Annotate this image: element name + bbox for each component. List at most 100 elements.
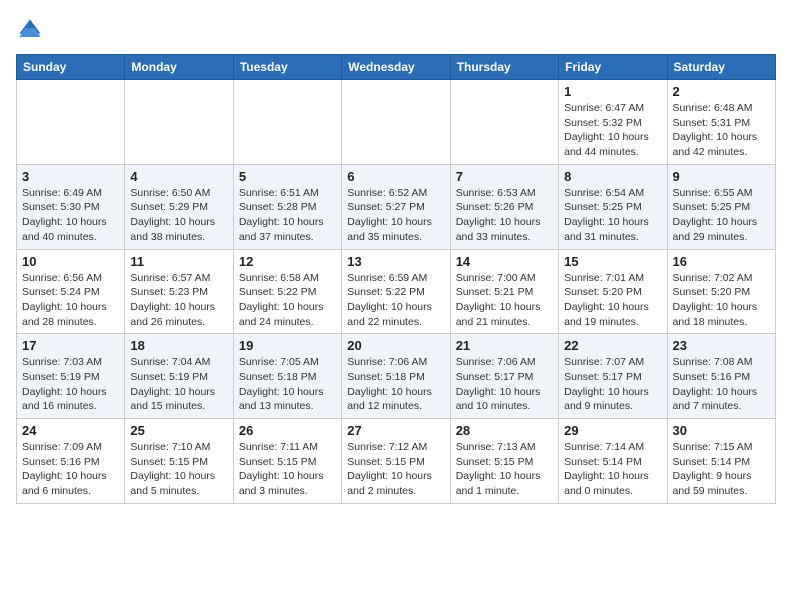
calendar-cell: 30 Sunrise: 7:15 AMSunset: 5:14 PMDayligh…: [667, 419, 775, 504]
day-info: Sunrise: 6:59 AMSunset: 5:22 PMDaylight:…: [347, 271, 444, 330]
logo-icon: [16, 16, 44, 44]
calendar-cell: 15 Sunrise: 7:01 AMSunset: 5:20 PMDayligh…: [559, 249, 667, 334]
day-info: Sunrise: 6:52 AMSunset: 5:27 PMDaylight:…: [347, 186, 444, 245]
weekday-header-wednesday: Wednesday: [342, 55, 450, 80]
day-info: Sunrise: 7:12 AMSunset: 5:15 PMDaylight:…: [347, 440, 444, 499]
day-number: 2: [673, 84, 770, 99]
calendar-week-5: 24Sunrise: 7:09 AMSunset: 5:16 PMDayligh…: [17, 419, 776, 504]
day-info: Sunrise: 7:07 AMSunset: 5:17 PMDaylight:…: [564, 355, 661, 414]
calendar-week-1: 1Sunrise: 6:47 AMSunset: 5:32 PMDaylight…: [17, 80, 776, 165]
day-number: 17: [22, 338, 119, 353]
day-number: 27: [347, 423, 444, 438]
day-number: 30: [673, 423, 770, 438]
calendar-cell: [233, 80, 341, 165]
day-info: Sunrise: 6:48 AMSunset: 5:31 PMDaylight:…: [673, 101, 770, 160]
day-number: 16: [673, 254, 770, 269]
day-info: Sunrise: 6:51 AMSunset: 5:28 PMDaylight:…: [239, 186, 336, 245]
calendar-cell: 23 Sunrise: 7:08 AMSunset: 5:16 PMDayligh…: [667, 334, 775, 419]
day-info: Sunrise: 7:13 AMSunset: 5:15 PMDaylight:…: [456, 440, 553, 499]
day-info: Sunrise: 6:47 AMSunset: 5:32 PMDaylight:…: [564, 101, 661, 160]
day-number: 14: [456, 254, 553, 269]
day-info: Sunrise: 7:04 AMSunset: 5:19 PMDaylight:…: [130, 355, 227, 414]
calendar-cell: 12 Sunrise: 6:58 AMSunset: 5:22 PMDayligh…: [233, 249, 341, 334]
calendar-cell: 24Sunrise: 7:09 AMSunset: 5:16 PMDayligh…: [17, 419, 125, 504]
calendar-cell: 16 Sunrise: 7:02 AMSunset: 5:20 PMDayligh…: [667, 249, 775, 334]
day-info: Sunrise: 7:02 AMSunset: 5:20 PMDaylight:…: [673, 271, 770, 330]
calendar-cell: 22Sunrise: 7:07 AMSunset: 5:17 PMDayligh…: [559, 334, 667, 419]
day-number: 9: [673, 169, 770, 184]
day-number: 23: [673, 338, 770, 353]
calendar-cell: 28 Sunrise: 7:13 AMSunset: 5:15 PMDayligh…: [450, 419, 558, 504]
calendar-cell: 18 Sunrise: 7:04 AMSunset: 5:19 PMDayligh…: [125, 334, 233, 419]
day-number: 28: [456, 423, 553, 438]
weekday-header-monday: Monday: [125, 55, 233, 80]
calendar-week-3: 10Sunrise: 6:56 AMSunset: 5:24 PMDayligh…: [17, 249, 776, 334]
day-info: Sunrise: 7:00 AMSunset: 5:21 PMDaylight:…: [456, 271, 553, 330]
calendar-cell: 11 Sunrise: 6:57 AMSunset: 5:23 PMDayligh…: [125, 249, 233, 334]
calendar-cell: 5 Sunrise: 6:51 AMSunset: 5:28 PMDaylight…: [233, 164, 341, 249]
day-number: 13: [347, 254, 444, 269]
day-info: Sunrise: 7:14 AMSunset: 5:14 PMDaylight:…: [564, 440, 661, 499]
day-info: Sunrise: 7:11 AMSunset: 5:15 PMDaylight:…: [239, 440, 336, 499]
day-info: Sunrise: 7:05 AMSunset: 5:18 PMDaylight:…: [239, 355, 336, 414]
calendar-cell: 20 Sunrise: 7:06 AMSunset: 5:18 PMDayligh…: [342, 334, 450, 419]
day-number: 20: [347, 338, 444, 353]
calendar-cell: 1Sunrise: 6:47 AMSunset: 5:32 PMDaylight…: [559, 80, 667, 165]
day-number: 18: [130, 338, 227, 353]
weekday-header-friday: Friday: [559, 55, 667, 80]
day-number: 15: [564, 254, 661, 269]
calendar-cell: [17, 80, 125, 165]
page-header: [16, 16, 776, 44]
calendar-cell: 14 Sunrise: 7:00 AMSunset: 5:21 PMDayligh…: [450, 249, 558, 334]
weekday-header-tuesday: Tuesday: [233, 55, 341, 80]
calendar-cell: 6 Sunrise: 6:52 AMSunset: 5:27 PMDaylight…: [342, 164, 450, 249]
day-number: 8: [564, 169, 661, 184]
calendar-cell: 17 Sunrise: 7:03 AMSunset: 5:19 PMDayligh…: [17, 334, 125, 419]
weekday-header-thursday: Thursday: [450, 55, 558, 80]
calendar-cell: 8 Sunrise: 6:54 AMSunset: 5:25 PMDaylight…: [559, 164, 667, 249]
day-info: Sunrise: 7:09 AMSunset: 5:16 PMDaylight:…: [22, 440, 119, 499]
weekday-header-sunday: Sunday: [17, 55, 125, 80]
day-number: 12: [239, 254, 336, 269]
day-info: Sunrise: 6:58 AMSunset: 5:22 PMDaylight:…: [239, 271, 336, 330]
calendar-table: SundayMondayTuesdayWednesdayThursdayFrid…: [16, 54, 776, 504]
day-info: Sunrise: 7:06 AMSunset: 5:17 PMDaylight:…: [456, 355, 553, 414]
day-info: Sunrise: 7:03 AMSunset: 5:19 PMDaylight:…: [22, 355, 119, 414]
calendar-cell: 3Sunrise: 6:49 AMSunset: 5:30 PMDaylight…: [17, 164, 125, 249]
calendar-cell: 21 Sunrise: 7:06 AMSunset: 5:17 PMDayligh…: [450, 334, 558, 419]
calendar-cell: 10Sunrise: 6:56 AMSunset: 5:24 PMDayligh…: [17, 249, 125, 334]
day-number: 5: [239, 169, 336, 184]
day-number: 25: [130, 423, 227, 438]
logo: [16, 16, 48, 44]
calendar-cell: [125, 80, 233, 165]
calendar-cell: 2 Sunrise: 6:48 AMSunset: 5:31 PMDaylight…: [667, 80, 775, 165]
day-number: 21: [456, 338, 553, 353]
day-info: Sunrise: 6:54 AMSunset: 5:25 PMDaylight:…: [564, 186, 661, 245]
calendar-cell: [342, 80, 450, 165]
day-info: Sunrise: 7:08 AMSunset: 5:16 PMDaylight:…: [673, 355, 770, 414]
calendar-cell: 7 Sunrise: 6:53 AMSunset: 5:26 PMDaylight…: [450, 164, 558, 249]
calendar-cell: 27 Sunrise: 7:12 AMSunset: 5:15 PMDayligh…: [342, 419, 450, 504]
day-info: Sunrise: 7:15 AMSunset: 5:14 PMDaylight:…: [673, 440, 770, 499]
day-number: 11: [130, 254, 227, 269]
day-info: Sunrise: 6:50 AMSunset: 5:29 PMDaylight:…: [130, 186, 227, 245]
day-info: Sunrise: 6:53 AMSunset: 5:26 PMDaylight:…: [456, 186, 553, 245]
day-number: 29: [564, 423, 661, 438]
day-number: 19: [239, 338, 336, 353]
day-number: 3: [22, 169, 119, 184]
day-number: 6: [347, 169, 444, 184]
day-number: 26: [239, 423, 336, 438]
day-info: Sunrise: 7:06 AMSunset: 5:18 PMDaylight:…: [347, 355, 444, 414]
weekday-header-saturday: Saturday: [667, 55, 775, 80]
calendar-cell: 4Sunrise: 6:50 AMSunset: 5:29 PMDaylight…: [125, 164, 233, 249]
day-info: Sunrise: 7:01 AMSunset: 5:20 PMDaylight:…: [564, 271, 661, 330]
day-info: Sunrise: 6:57 AMSunset: 5:23 PMDaylight:…: [130, 271, 227, 330]
calendar-cell: 9 Sunrise: 6:55 AMSunset: 5:25 PMDaylight…: [667, 164, 775, 249]
day-number: 10: [22, 254, 119, 269]
calendar-cell: 29 Sunrise: 7:14 AMSunset: 5:14 PMDayligh…: [559, 419, 667, 504]
weekday-header-row: SundayMondayTuesdayWednesdayThursdayFrid…: [17, 55, 776, 80]
calendar-cell: [450, 80, 558, 165]
day-number: 7: [456, 169, 553, 184]
day-info: Sunrise: 6:55 AMSunset: 5:25 PMDaylight:…: [673, 186, 770, 245]
calendar-week-2: 3Sunrise: 6:49 AMSunset: 5:30 PMDaylight…: [17, 164, 776, 249]
